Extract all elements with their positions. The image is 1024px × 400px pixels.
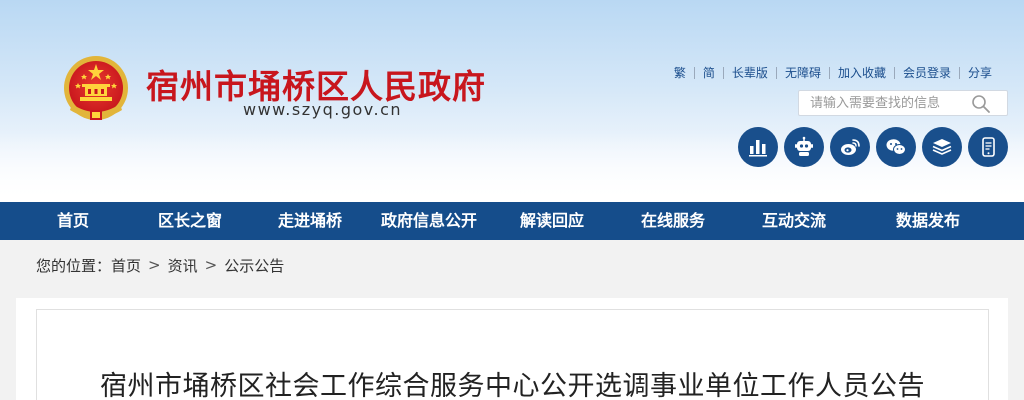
nav-item-home[interactable]: 首页 (57, 202, 89, 240)
nav-item-online-service[interactable]: 在线服务 (641, 202, 705, 240)
weibo-button[interactable] (830, 127, 870, 167)
layers-icon (932, 139, 952, 155)
breadcrumb-label: 您的位置： (36, 256, 112, 275)
main-nav: 首页 区长之窗 走进埇桥 政府信息公开 解读回应 在线服务 互动交流 数据发布 (0, 202, 1024, 240)
smart-assistant-button[interactable] (784, 127, 824, 167)
nav-item-mayor-window[interactable]: 区长之窗 (158, 202, 222, 240)
chart-icon (749, 140, 767, 157)
nav-item-interaction[interactable]: 互动交流 (762, 202, 826, 240)
wechat-button[interactable] (876, 127, 916, 167)
quick-icons (738, 127, 1008, 167)
wechat-icon (886, 139, 906, 155)
breadcrumb-separator: > (204, 256, 218, 274)
search-box (798, 90, 1008, 116)
traditional-chinese-link[interactable]: 繁 (666, 67, 694, 79)
top-links: 繁 简 长辈版 无障碍 加入收藏 会员登录 分享 (666, 67, 1000, 79)
nav-item-interpretation[interactable]: 解读回应 (520, 202, 584, 240)
member-login-link[interactable]: 会员登录 (893, 67, 959, 79)
add-favorite-link[interactable]: 加入收藏 (828, 67, 894, 79)
elder-version-link[interactable]: 长辈版 (722, 67, 776, 79)
weibo-icon (841, 139, 860, 155)
breadcrumb: 您的位置： 首页 > 资讯 > 公示公告 (0, 240, 1024, 290)
accessibility-link[interactable]: 无障碍 (775, 67, 829, 79)
search-icon[interactable] (971, 94, 991, 114)
data-chart-button[interactable] (738, 127, 778, 167)
simplified-chinese-link[interactable]: 简 (693, 67, 723, 79)
mobile-button[interactable] (968, 127, 1008, 167)
article-title: 宿州市埇桥区社会工作综合服务中心公开选调事业单位工作人员公告 (100, 371, 925, 400)
breadcrumb-separator: > (148, 256, 161, 274)
breadcrumb-home[interactable]: 首页 (111, 255, 141, 276)
nav-item-about-yongqiao[interactable]: 走进埇桥 (278, 202, 342, 240)
site-url: www.szyq.gov.cn (243, 100, 403, 119)
search-input[interactable] (799, 91, 969, 115)
share-link[interactable]: 分享 (958, 67, 1000, 79)
nav-item-data-release[interactable]: 数据发布 (896, 202, 960, 240)
breadcrumb-notices[interactable]: 公示公告 (224, 255, 284, 276)
article-panel: 宿州市埇桥区社会工作综合服务中心公开选调事业单位工作人员公告 (36, 309, 989, 400)
layers-button[interactable] (922, 127, 962, 167)
nav-item-gov-info[interactable]: 政府信息公开 (381, 202, 477, 240)
site-header: 宿州市埇桥区人民政府 www.szyq.gov.cn 繁 简 长辈版 无障碍 加… (0, 0, 1024, 202)
robot-icon (795, 136, 813, 156)
breadcrumb-news[interactable]: 资讯 (168, 255, 198, 276)
national-emblem-icon[interactable] (62, 54, 130, 126)
mobile-icon (982, 137, 995, 157)
